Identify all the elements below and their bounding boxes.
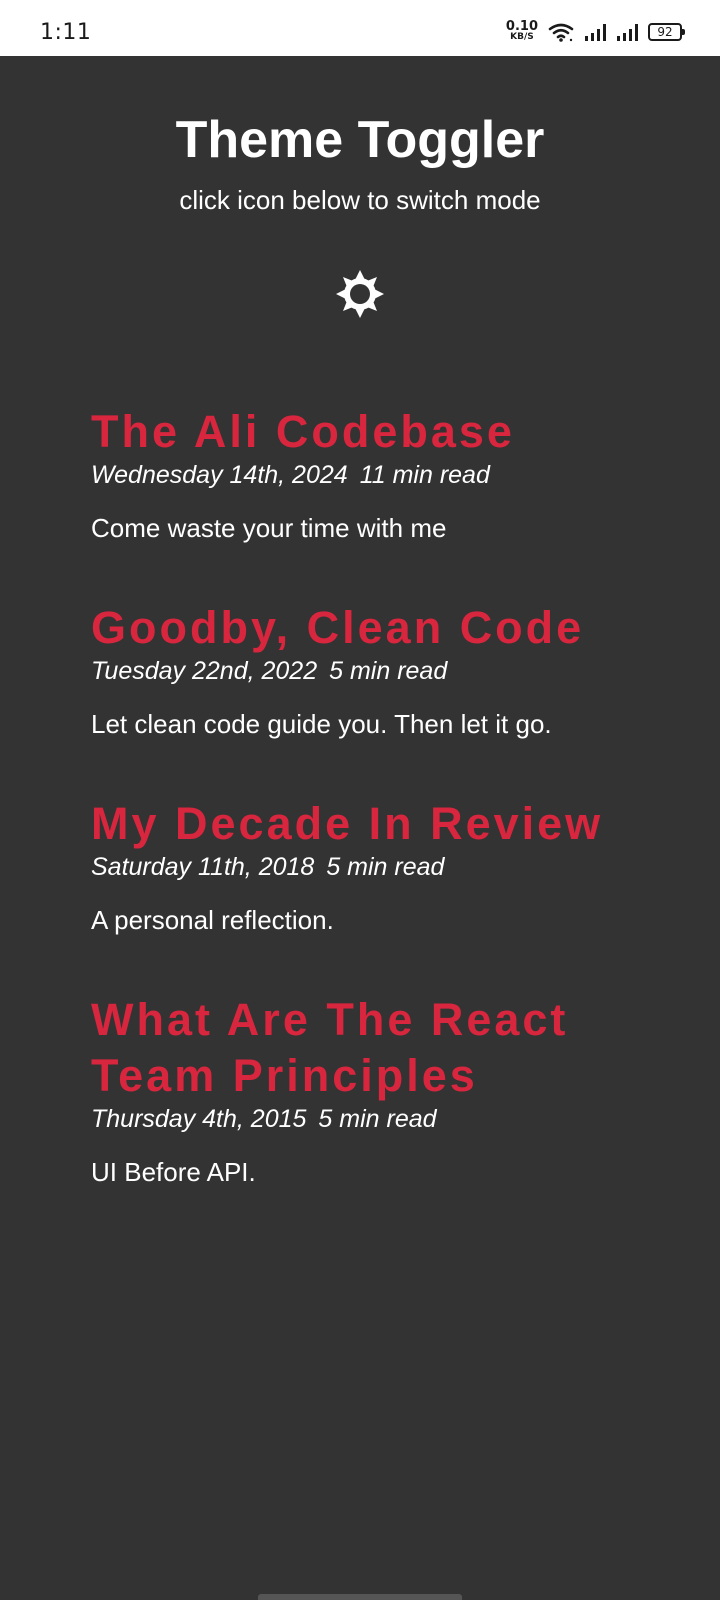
theme-toggle-button[interactable]	[334, 268, 386, 320]
page-title: Theme Toggler	[175, 111, 545, 169]
post-read-time: 11 min read	[359, 461, 490, 489]
post-date: Tuesday 22nd, 2022	[91, 657, 318, 685]
post-date: Wednesday 14th, 2024	[91, 461, 348, 489]
post-date: Thursday 4th, 2015	[91, 1105, 307, 1133]
post-item: What Are The React Team Principles Thurs…	[91, 992, 651, 1188]
post-meta: Thursday 4th, 2015 5 min read	[91, 1104, 651, 1134]
post-item: My Decade In Review Saturday 11th, 2018 5…	[91, 796, 651, 936]
signal-icon-2	[617, 24, 638, 41]
post-meta: Wednesday 14th, 2024 11 min read	[91, 460, 651, 490]
post-list: The Ali Codebase Wednesday 14th, 2024 11 …	[91, 404, 651, 1244]
post-description: A personal reflection.	[91, 905, 334, 935]
post-description: UI Before API.	[91, 1157, 256, 1187]
status-bar: 1:11 0.10 KB/S 92	[0, 0, 720, 56]
post-description: Come waste your time with me	[91, 513, 447, 543]
post-item: The Ali Codebase Wednesday 14th, 2024 11 …	[91, 404, 651, 544]
post-title-link[interactable]: My Decade In Review	[91, 796, 651, 852]
sun-icon	[336, 270, 384, 318]
post-title-link[interactable]: Goodby, Clean Code	[91, 600, 651, 656]
page-header: Theme Toggler click icon below to switch…	[0, 108, 720, 216]
battery-icon: 92	[648, 23, 685, 41]
home-indicator[interactable]	[258, 1594, 462, 1600]
battery-level: 92	[657, 25, 673, 39]
post-read-time: 5 min read	[318, 1105, 437, 1133]
post-meta: Tuesday 22nd, 2022 5 min read	[91, 656, 651, 686]
network-speed: 0.10 KB/S	[505, 19, 538, 42]
post-description: Let clean code guide you. Then let it go…	[91, 709, 552, 739]
status-time: 1:11	[40, 20, 92, 45]
post-item: Goodby, Clean Code Tuesday 22nd, 2022 5 m…	[91, 600, 651, 740]
page-subtitle: click icon below to switch mode	[179, 185, 541, 215]
post-read-time: 5 min read	[326, 853, 445, 881]
post-title-link[interactable]: What Are The React Team Principles	[91, 992, 651, 1104]
wifi-icon	[548, 23, 574, 42]
post-title-link[interactable]: The Ali Codebase	[91, 404, 651, 460]
signal-icon	[585, 24, 606, 41]
post-read-time: 5 min read	[329, 657, 448, 685]
post-date: Saturday 11th, 2018	[91, 853, 315, 881]
network-speed-unit: KB/S	[510, 32, 534, 42]
post-meta: Saturday 11th, 2018 5 min read	[91, 852, 651, 882]
network-speed-value: 0.10	[505, 19, 538, 34]
status-icons: 0.10 KB/S 92	[505, 19, 685, 42]
